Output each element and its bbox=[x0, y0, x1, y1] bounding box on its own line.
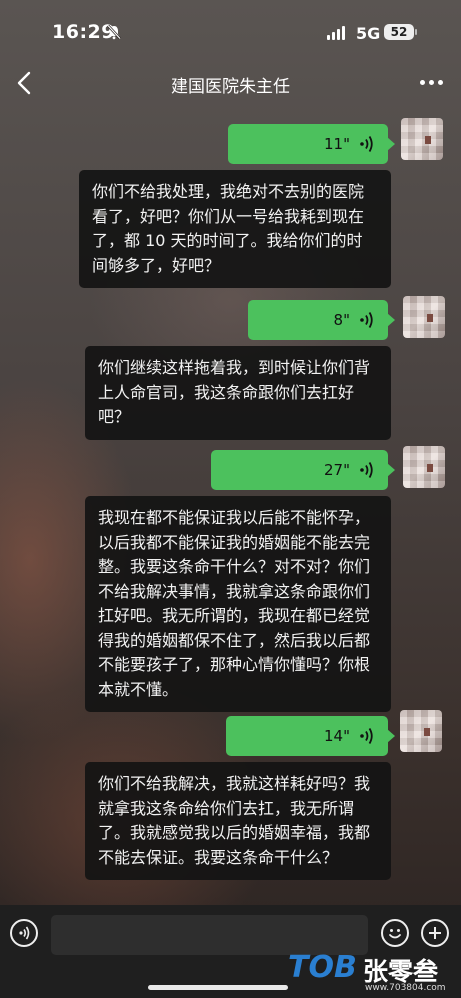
voice-caption: 你们继续这样拖着我，到时候让你们背上人命官司，我这条命跟你们去扛好吧？ bbox=[85, 346, 391, 440]
voice-caption: 你们不给我处理，我绝对不去别的医院看了，好吧？你们从一号给我耗到现在了，都 10… bbox=[79, 170, 391, 288]
home-indicator[interactable] bbox=[148, 985, 288, 990]
chat-title: 建国医院朱主任 bbox=[171, 77, 290, 97]
voice-duration: 8" bbox=[333, 311, 350, 329]
voice-caption: 你们不给我解决，我就这样耗好吗？我就拿我这条命给你们去扛，我无所谓了。我就感觉我… bbox=[85, 762, 391, 880]
bell-slash-icon bbox=[107, 24, 121, 40]
avatar[interactable] bbox=[403, 446, 445, 488]
voice-message[interactable]: 14" bbox=[226, 716, 395, 756]
voice-duration: 14" bbox=[324, 727, 350, 745]
voice-wave-icon bbox=[360, 312, 373, 328]
watermark-logo: TOB bbox=[288, 950, 357, 985]
watermark-url: www.703804.com bbox=[365, 983, 446, 993]
signal-icon bbox=[327, 26, 345, 40]
avatar[interactable] bbox=[403, 296, 445, 338]
plus-icon[interactable] bbox=[421, 919, 449, 947]
voice-message[interactable]: 27" bbox=[211, 450, 395, 490]
voice-duration: 11" bbox=[324, 135, 350, 153]
watermark: TOB 张零叁 www.703804.com bbox=[288, 950, 461, 998]
voice-wave-icon bbox=[360, 136, 373, 152]
network-label: 5G bbox=[356, 24, 381, 43]
battery-level: 52 bbox=[384, 24, 414, 40]
voice-wave-icon bbox=[19, 926, 30, 940]
more-dots-icon[interactable] bbox=[420, 80, 443, 85]
voice-wave-icon bbox=[360, 728, 373, 744]
voice-wave-icon bbox=[360, 462, 373, 478]
voice-duration: 27" bbox=[324, 461, 350, 479]
avatar[interactable] bbox=[400, 710, 442, 752]
voice-input-button[interactable] bbox=[10, 919, 38, 947]
status-bar: 16:29 5G 52 bbox=[0, 0, 461, 62]
message-input[interactable] bbox=[51, 915, 368, 955]
voice-message[interactable]: 8" bbox=[248, 300, 395, 340]
chat-header: 建国医院朱主任 bbox=[0, 62, 461, 104]
emoji-icon[interactable] bbox=[381, 919, 409, 947]
battery-tip bbox=[415, 29, 417, 35]
voice-message[interactable]: 11" bbox=[228, 124, 395, 164]
voice-caption: 我现在都不能保证我以后能不能怀孕，以后我都不能保证我的婚姻能不能去完整。我要这条… bbox=[85, 496, 391, 712]
avatar[interactable] bbox=[401, 118, 443, 160]
